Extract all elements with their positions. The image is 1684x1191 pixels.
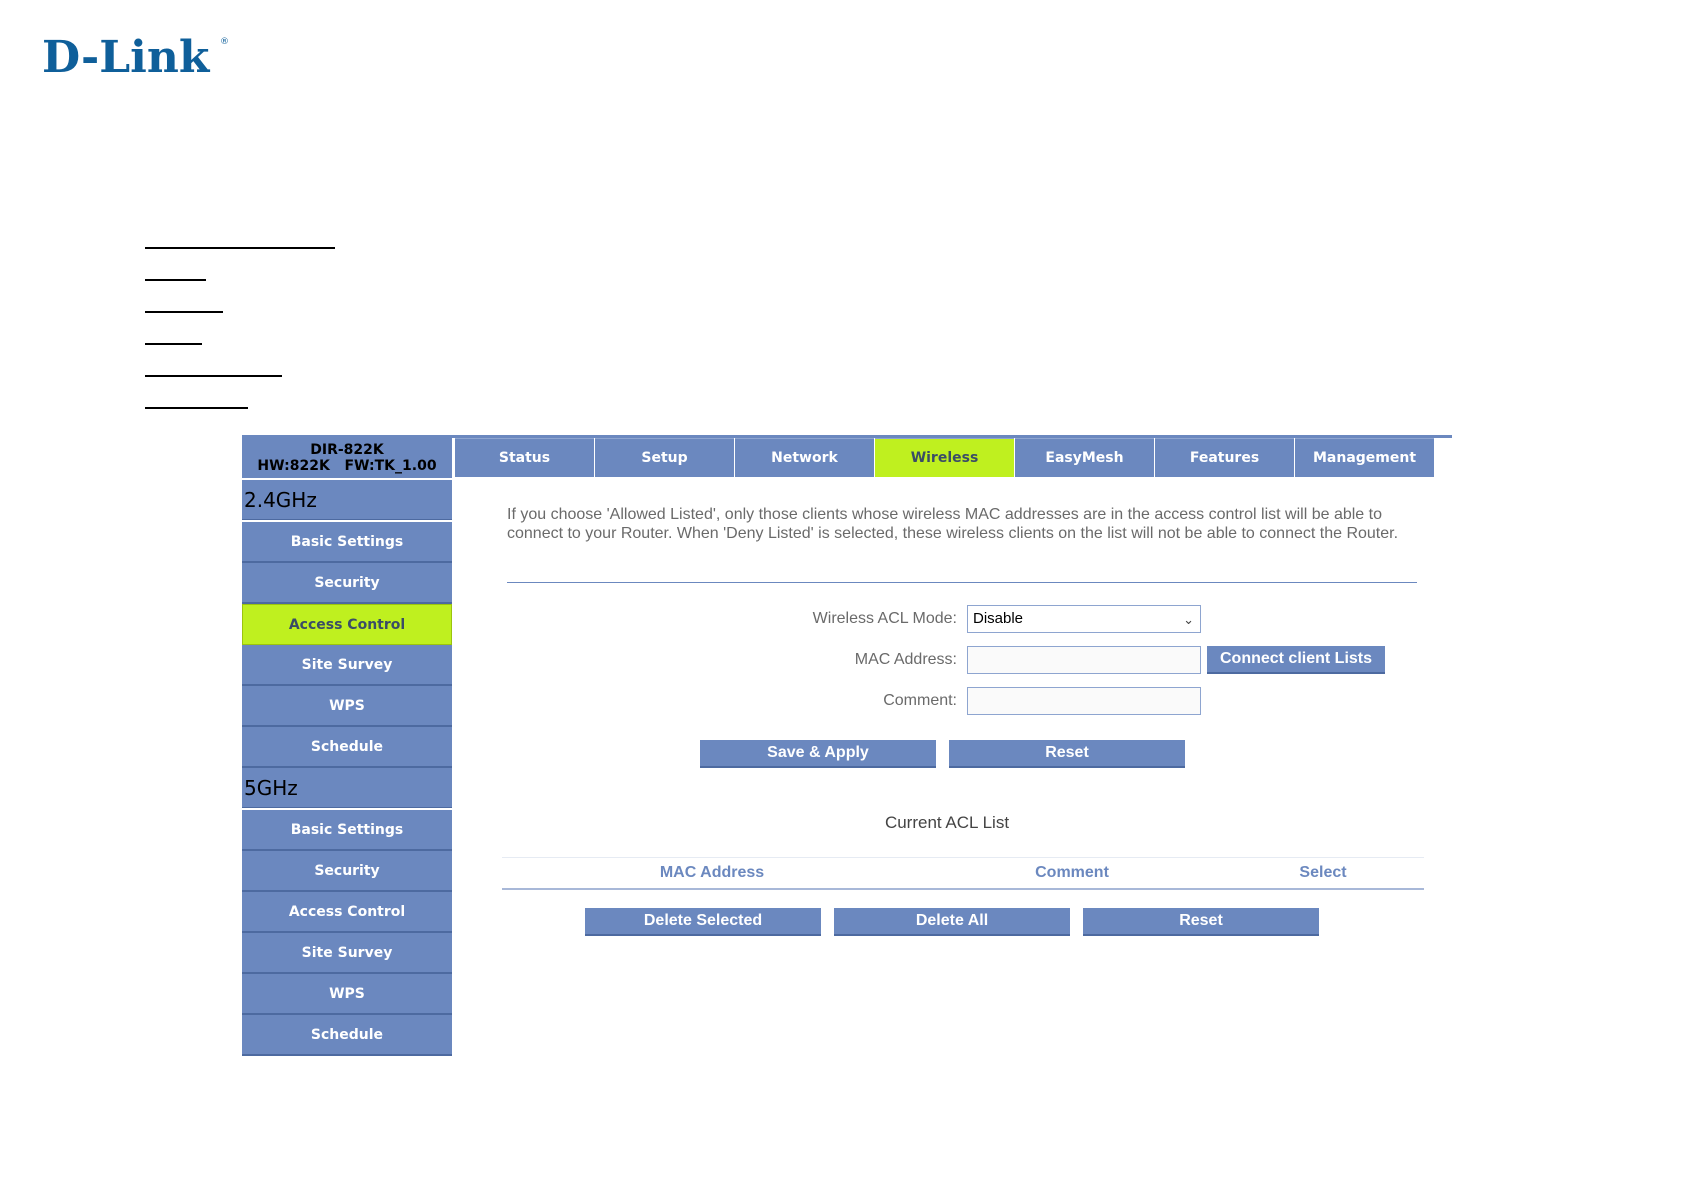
sidebar: 2.4GHz Basic Settings Security Access Co… bbox=[242, 480, 452, 1056]
tab-setup[interactable]: Setup bbox=[595, 438, 734, 477]
reset-button[interactable]: Reset bbox=[949, 740, 1185, 768]
bookmark-line bbox=[145, 343, 202, 345]
sidebar-item-5-schedule[interactable]: Schedule bbox=[242, 1015, 452, 1056]
comment-label: Comment: bbox=[883, 692, 957, 709]
col-comment: Comment bbox=[1035, 864, 1109, 881]
acl-mode-value: Disable bbox=[973, 610, 1024, 627]
device-hw-fw: HW:822K FW:TK_1.00 bbox=[257, 458, 437, 474]
acl-reset-button[interactable]: Reset bbox=[1083, 908, 1319, 936]
bookmark-line bbox=[145, 311, 223, 313]
intro-block: If you choose 'Allowed Listed', only tho… bbox=[507, 505, 1417, 543]
sidebar-item-5-access-control[interactable]: Access Control bbox=[242, 892, 452, 933]
sidebar-item-24-access-control[interactable]: Access Control bbox=[242, 604, 452, 645]
tab-network[interactable]: Network bbox=[735, 438, 874, 477]
registered-mark: ® bbox=[220, 37, 229, 47]
chevron-down-icon: ⌄ bbox=[1183, 612, 1194, 627]
sidebar-item-5-wps[interactable]: WPS bbox=[242, 974, 452, 1015]
col-mac-address: MAC Address bbox=[659, 864, 765, 881]
tab-features[interactable]: Features bbox=[1155, 438, 1294, 477]
connect-client-lists-button[interactable]: Connect client Lists bbox=[1207, 646, 1385, 674]
logo-text: D-Link bbox=[42, 32, 211, 82]
mac-address-label: MAC Address: bbox=[854, 651, 957, 668]
section-divider bbox=[507, 582, 1417, 583]
bookmark-line bbox=[145, 279, 206, 281]
router-admin-frame: DIR-822K HW:822K FW:TK_1.00 Status Setup… bbox=[242, 435, 1452, 1075]
tab-management[interactable]: Management bbox=[1295, 438, 1434, 477]
tab-status[interactable]: Status bbox=[455, 438, 594, 477]
sidebar-item-5-security[interactable]: Security bbox=[242, 851, 452, 892]
delete-all-button[interactable]: Delete All bbox=[834, 908, 1070, 936]
save-apply-button[interactable]: Save & Apply bbox=[700, 740, 936, 768]
device-info: DIR-822K HW:822K FW:TK_1.00 bbox=[242, 438, 452, 478]
acl-mode-label: Wireless ACL Mode: bbox=[812, 610, 957, 627]
sidebar-item-24-security[interactable]: Security bbox=[242, 563, 452, 604]
bookmark-line bbox=[145, 247, 335, 249]
acl-mode-select[interactable]: Disable ⌄ bbox=[967, 605, 1201, 633]
sidebar-item-5-site-survey[interactable]: Site Survey bbox=[242, 933, 452, 974]
tab-wireless[interactable]: Wireless bbox=[875, 438, 1014, 477]
band-5ghz-heading: 5GHz bbox=[242, 768, 452, 808]
device-model: DIR-822K bbox=[310, 442, 384, 458]
tab-easymesh[interactable]: EasyMesh bbox=[1015, 438, 1154, 477]
mac-address-input[interactable] bbox=[967, 646, 1201, 674]
delete-selected-button[interactable]: Delete Selected bbox=[585, 908, 821, 936]
bookmark-line bbox=[145, 407, 248, 409]
sidebar-item-24-basic-settings[interactable]: Basic Settings bbox=[242, 522, 452, 563]
sidebar-item-24-site-survey[interactable]: Site Survey bbox=[242, 645, 452, 686]
sidebar-item-24-schedule[interactable]: Schedule bbox=[242, 727, 452, 768]
acl-list-title: Current ACL List bbox=[884, 813, 1010, 832]
comment-input[interactable] bbox=[967, 687, 1201, 715]
acl-table-header: MAC Address Comment Select bbox=[502, 857, 1424, 890]
band-24ghz-heading: 2.4GHz bbox=[242, 480, 452, 520]
intro-text: If you choose 'Allowed Listed', only tho… bbox=[507, 506, 1399, 542]
sidebar-item-24-wps[interactable]: WPS bbox=[242, 686, 452, 727]
main-tabs: Status Setup Network Wireless EasyMesh F… bbox=[455, 438, 1435, 478]
bookmark-line bbox=[145, 375, 282, 377]
col-select: Select bbox=[1299, 864, 1347, 881]
dlink-logo: D-Link ® bbox=[42, 32, 229, 82]
